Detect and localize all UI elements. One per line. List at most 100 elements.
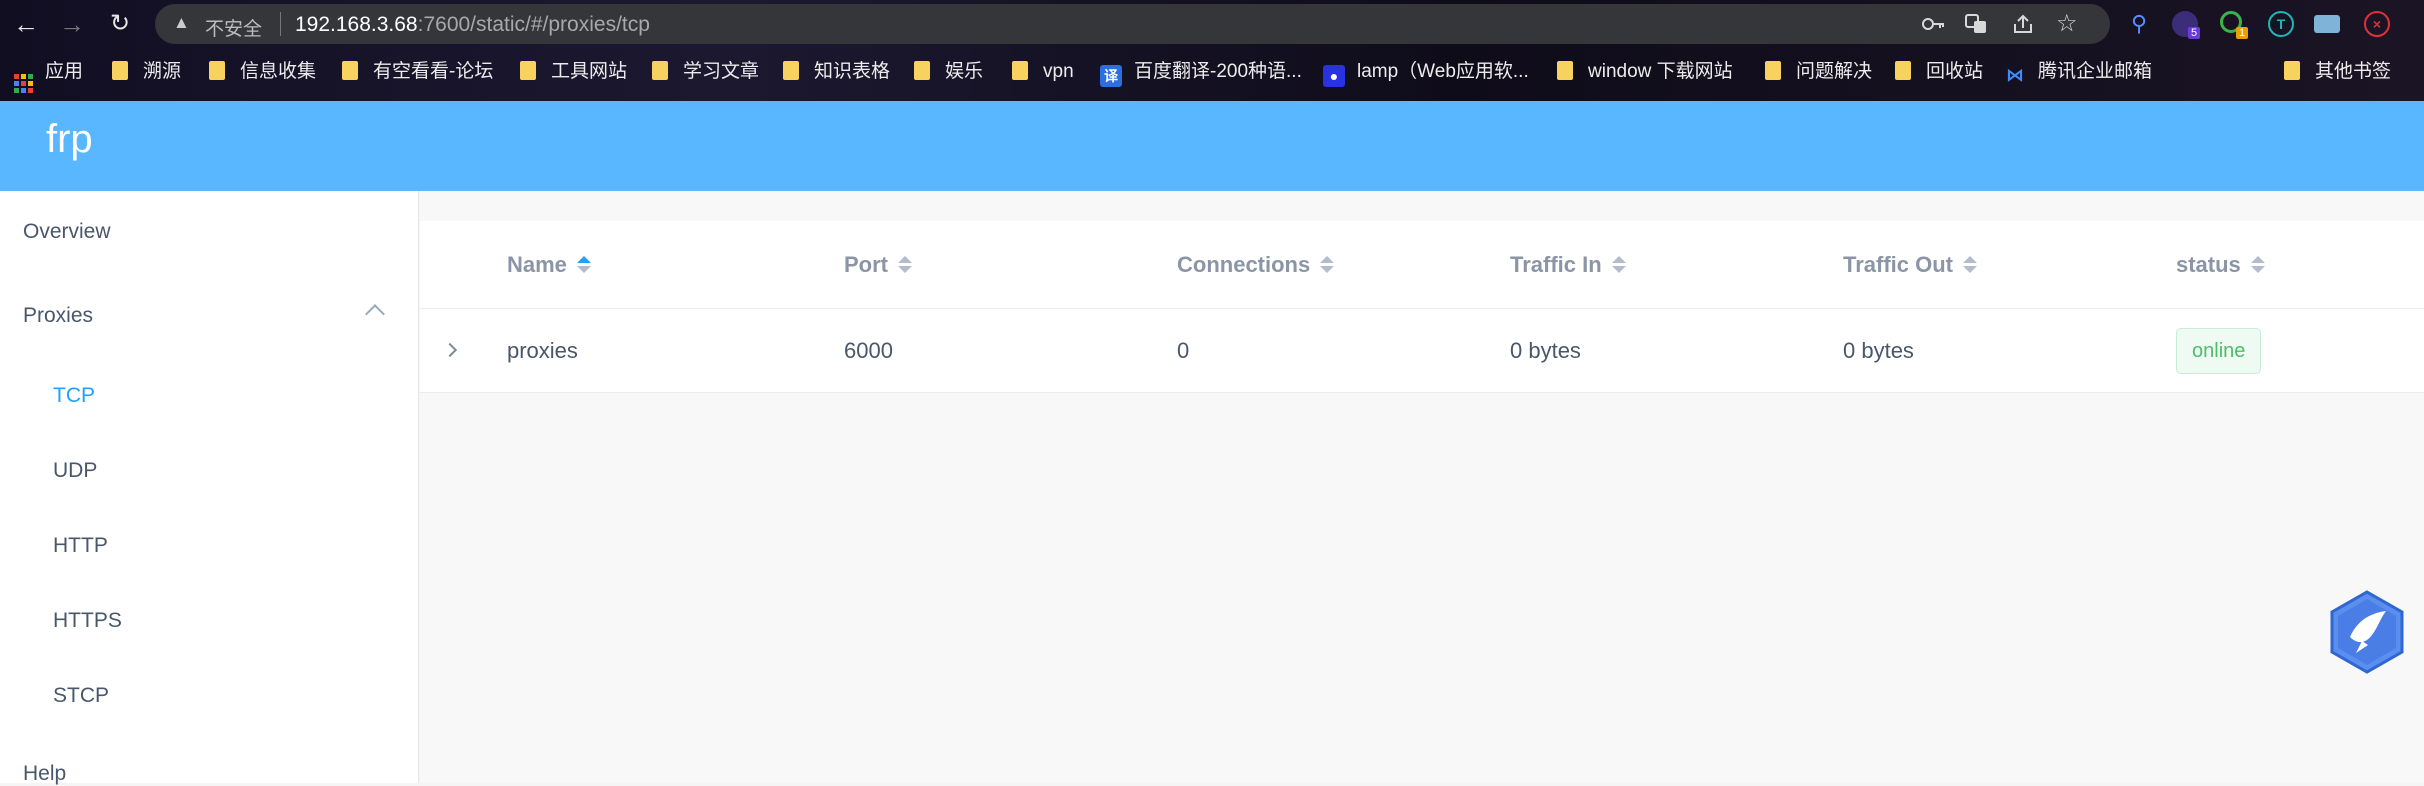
bookmark-label: 应用: [45, 61, 84, 82]
translate-favicon: 译: [1100, 65, 1122, 87]
folder-icon: [112, 61, 128, 80]
bookmark-label: 工具网站: [551, 61, 628, 82]
bookmark-folder[interactable]: 其他书签: [2284, 58, 2391, 86]
folder-icon: [914, 61, 930, 80]
column-header-traffic-out[interactable]: Traffic Out: [1843, 252, 1978, 278]
proxies-table: Name Port Connections Traffic In Traffic…: [420, 221, 2424, 393]
bookmark-folder[interactable]: 有空看看-论坛: [342, 58, 493, 86]
cell-name: proxies: [507, 338, 578, 363]
share-icon[interactable]: [2012, 14, 2034, 34]
column-header-status[interactable]: status: [2176, 252, 2265, 278]
sidebar-item-https[interactable]: HTTPS: [53, 609, 122, 633]
sidebar-item-udp[interactable]: UDP: [53, 459, 97, 483]
folder-icon: [1012, 61, 1028, 80]
url-host: 192.168.3.68: [295, 13, 418, 36]
sidebar-item-tcp[interactable]: TCP: [53, 384, 95, 408]
back-arrow-icon[interactable]: ←: [10, 8, 42, 40]
bookmark-label: 有空看看-论坛: [373, 61, 494, 82]
bookmark-label: 回收站: [1926, 61, 1984, 82]
brand-logo-text: frp: [46, 117, 93, 161]
sort-icon[interactable]: [2250, 255, 2265, 275]
bookmark-label: 信息收集: [240, 61, 317, 82]
bookmark-folder[interactable]: vpn: [1012, 58, 1074, 86]
url-path: :7600/static/#/proxies/tcp: [417, 13, 650, 36]
browser-toolbar: ← → ↻ ▲ 不安全 192.168.3.68:7600/static/#/p…: [0, 0, 2424, 50]
folder-icon: [1557, 61, 1573, 80]
expand-row-icon[interactable]: [442, 342, 458, 358]
bookmark-folder[interactable]: 学习文章: [652, 58, 759, 86]
folder-icon: [342, 61, 358, 80]
insecure-label: 不安全: [205, 19, 263, 40]
address-bar[interactable]: ▲ 不安全 192.168.3.68:7600/static/#/proxies…: [155, 4, 2110, 44]
bookmark-label: vpn: [1043, 61, 1074, 82]
folder-icon: [783, 61, 799, 80]
sort-icon[interactable]: [1611, 255, 1626, 275]
bird-logo-icon[interactable]: [2328, 589, 2406, 675]
extension-badge: 1: [2236, 27, 2249, 39]
column-header-name[interactable]: Name: [507, 252, 591, 278]
sort-icon[interactable]: [1963, 255, 1978, 275]
baidu-favicon: ●: [1323, 65, 1345, 87]
app-header: frp: [0, 101, 2424, 191]
bookmark-apps[interactable]: 应用: [14, 58, 84, 93]
bookmark-folder[interactable]: 知识表格: [783, 58, 890, 86]
bookmark-label: 百度翻译-200种语...: [1134, 61, 1302, 82]
pin-extension-icon[interactable]: ⚲: [2126, 11, 2152, 37]
warning-icon: ▲: [173, 13, 190, 32]
bookmark-folder[interactable]: 溯源: [112, 58, 181, 86]
column-header-traffic-in[interactable]: Traffic In: [1510, 252, 1626, 278]
bookmark-folder[interactable]: 回收站: [1895, 58, 1983, 86]
status-badge: online: [2176, 328, 2262, 374]
bookmark-folder[interactable]: window 下载网站: [1557, 58, 1733, 86]
bookmark-folder[interactable]: 工具网站: [520, 58, 627, 86]
main-content: Name Port Connections Traffic In Traffic…: [420, 191, 2424, 783]
bookmark-label: lamp（Web应用软...: [1357, 61, 1529, 82]
folder-icon: [1765, 61, 1781, 80]
bookmark-folder[interactable]: 信息收集: [209, 58, 316, 86]
sidebar: Overview Proxies TCP UDP HTTP HTTPS STCP…: [0, 191, 419, 786]
reload-icon[interactable]: ↻: [104, 8, 136, 40]
bookmark-folder[interactable]: 娱乐: [914, 58, 983, 86]
column-header-connections[interactable]: Connections: [1177, 252, 1335, 278]
translate-icon[interactable]: [1965, 14, 1987, 34]
url-text[interactable]: 192.168.3.68:7600/static/#/proxies/tcp: [295, 13, 650, 37]
key-icon[interactable]: [1922, 16, 1946, 32]
chevron-up-icon[interactable]: [365, 304, 385, 324]
extension-badge: 5: [2188, 27, 2201, 39]
sidebar-item-overview[interactable]: Overview: [23, 220, 111, 244]
sidebar-item-http[interactable]: HTTP: [53, 534, 108, 558]
star-bookmark-icon[interactable]: ☆: [2056, 9, 2078, 38]
sort-icon[interactable]: [1320, 255, 1335, 275]
bookmark-label: 腾讯企业邮箱: [2038, 61, 2153, 82]
cell-traffic-out: 0 bytes: [1843, 338, 1914, 363]
bookmarks-bar: 应用 溯源 信息收集 有空看看-论坛 工具网站 学习文章 知识表格 娱乐 vpn…: [0, 54, 2424, 93]
block-extension-icon[interactable]: ×: [2364, 11, 2390, 37]
folder-icon: [520, 61, 536, 80]
bookmark-label: 其他书签: [2315, 61, 2392, 82]
sort-icon[interactable]: [898, 255, 912, 275]
bookmark-link[interactable]: 译百度翻译-200种语...: [1100, 58, 1302, 87]
bookmark-link[interactable]: ● lamp（Web应用软...: [1323, 58, 1529, 87]
sidebar-item-proxies[interactable]: Proxies: [23, 304, 93, 328]
cell-connections: 0: [1177, 338, 1190, 363]
sidebar-item-stcp[interactable]: STCP: [53, 684, 109, 708]
folder-icon: [652, 61, 668, 80]
cell-port: 6000: [844, 338, 893, 363]
folder-icon: [209, 61, 225, 80]
bookmark-link[interactable]: ⋈ 腾讯企业邮箱: [2004, 58, 2152, 86]
table-row[interactable]: proxies 6000 0 0 bytes 0 bytes online: [420, 309, 2424, 393]
sidebar-item-help[interactable]: Help: [23, 762, 66, 786]
forward-arrow-icon[interactable]: →: [56, 8, 88, 40]
folder-icon: [2284, 61, 2300, 80]
bookmark-label: 娱乐: [945, 61, 984, 82]
folder-icon: [1895, 61, 1911, 80]
bookmark-folder[interactable]: 问题解决: [1765, 58, 1872, 86]
bookmark-label: 问题解决: [1796, 61, 1873, 82]
sort-icon[interactable]: [576, 255, 591, 275]
cell-traffic-in: 0 bytes: [1510, 338, 1581, 363]
column-header-port[interactable]: Port: [844, 252, 912, 278]
bookmark-label: 学习文章: [683, 61, 760, 82]
t-extension-icon[interactable]: T: [2268, 11, 2294, 37]
tencent-mail-favicon: ⋈: [2006, 65, 2024, 85]
book-extension-icon[interactable]: [2314, 15, 2340, 33]
